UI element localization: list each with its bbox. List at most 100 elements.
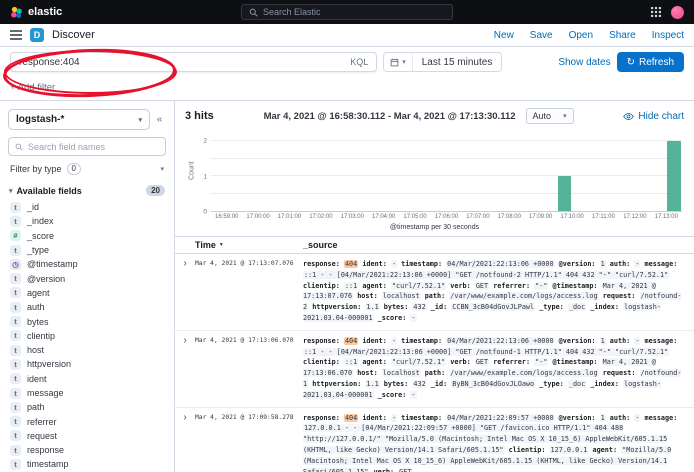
source-field-value: 1 [600,414,606,422]
source-field-value: ByBN_3cB04dGovJLOawo [451,380,535,388]
string-field-icon: t [10,459,21,470]
field-item-bytes[interactable]: tbytes [8,314,166,328]
field-search-input[interactable]: Search field names [8,137,166,156]
field-item-@timestamp[interactable]: ◷@timestamp [8,257,166,271]
field-item-host[interactable]: thost [8,343,166,357]
header-right-controls [651,6,684,19]
field-item-_type[interactable]: t_type [8,243,166,257]
field-name: path [27,402,45,412]
sort-desc-icon[interactable]: ▼ [219,242,224,248]
source-field-value: _doc [568,303,586,311]
gridline [211,175,682,176]
eye-icon [623,112,634,121]
source-field-value: - [634,414,640,422]
field-item-ident[interactable]: tident [8,372,166,386]
field-item-clientip[interactable]: tclientip [8,329,166,343]
histogram-bar[interactable] [667,141,680,211]
interval-select[interactable]: Auto ▾ [526,108,574,124]
plot-area [211,130,682,212]
field-item-agent[interactable]: tagent [8,286,166,300]
app-bar: D Discover NewSaveOpenShareInspect [0,24,694,47]
source-field-name: path: [425,369,445,377]
histogram-chart: Count 012 16:59:0017:00:0017:01:0017:02:… [187,130,682,231]
field-item-_index[interactable]: t_index [8,214,166,228]
source-field-name: request: [603,292,636,300]
source-field-name: ident: [362,260,387,268]
action-inspect[interactable]: Inspect [652,30,684,41]
field-name: ident [27,374,47,384]
filter-count-badge: 0 [67,163,81,175]
field-item-_id[interactable]: t_id [8,200,166,214]
source-field-name: @timestamp: [553,358,598,366]
field-item-httpversion[interactable]: thttpversion [8,357,166,371]
query-input[interactable]: response:404 KQL [10,52,377,72]
brand-name: elastic [28,6,62,18]
elastic-logo[interactable]: elastic [10,6,62,19]
source-field-name: message: [645,414,678,422]
string-field-icon: t [10,287,21,298]
search-icon [15,143,23,151]
field-item-_score[interactable]: #_score [8,229,166,243]
discover-app-icon[interactable]: D [30,28,44,42]
number-field-icon: # [10,230,21,241]
filter-by-type[interactable]: Filter by type 0 ▾ [8,162,166,176]
available-fields-header[interactable]: ▾ Available fields 20 [8,185,166,196]
string-field-icon: t [10,330,21,341]
discover-main: 3 hits Mar 4, 2021 @ 16:58:30.112 - Mar … [175,101,694,472]
global-search-input[interactable]: Search Elastic [241,4,453,20]
refresh-button[interactable]: ↻ Refresh [617,52,684,72]
hide-chart-link[interactable]: Hide chart [623,111,684,122]
index-pattern-row: logstash-* ▾ « [8,109,166,130]
source-field-value: 432 [412,380,426,388]
string-field-icon: t [10,445,21,456]
calendar-button[interactable]: ▾ [384,53,413,71]
doc-time: Mar 4, 2021 @ 17:13:07.076 [195,259,299,324]
source-field-name: path: [425,292,445,300]
source-field-name: timestamp: [401,260,442,268]
action-save[interactable]: Save [530,30,553,41]
available-fields-count-badge: 20 [146,185,165,196]
source-field-name: referrer: [493,282,530,290]
x-tick-label: 17:08:00 [498,214,521,220]
action-share[interactable]: Share [609,30,636,41]
source-field-name: _score: [378,391,407,399]
expand-doc-icon[interactable]: › [175,259,195,324]
column-header-time[interactable]: Time ▼ [195,240,299,250]
expand-doc-icon[interactable]: › [175,336,195,401]
histogram-bar[interactable] [558,176,571,211]
field-item-path[interactable]: tpath [8,400,166,414]
documents-table: Time ▼ _source ›Mar 4, 2021 @ 17:13:07.0… [175,236,694,472]
field-item-response[interactable]: tresponse [8,443,166,457]
field-item-auth[interactable]: tauth [8,300,166,314]
column-header-source[interactable]: _source [299,240,694,250]
x-tick-label: 16:59:00 [215,214,238,220]
field-item-message[interactable]: tmessage [8,386,166,400]
field-name: httpversion [27,359,71,369]
user-avatar[interactable] [671,6,684,19]
apps-grid-icon[interactable] [651,7,661,17]
source-field-name: auth: [610,414,630,422]
action-open[interactable]: Open [569,30,593,41]
field-item-@version[interactable]: t@version [8,271,166,285]
field-item-timestamp[interactable]: ttimestamp [8,457,166,471]
source-field-name: _type: [539,380,564,388]
time-range-button[interactable]: Last 15 minutes [413,57,502,68]
add-filter-button[interactable]: + Add filter [10,82,55,93]
field-item-referrer[interactable]: treferrer [8,414,166,428]
index-pattern-select[interactable]: logstash-* ▾ [8,109,150,130]
string-field-icon: t [10,430,21,441]
menu-icon[interactable] [10,30,22,40]
doc-time: Mar 4, 2021 @ 17:09:58.278 [195,413,299,472]
expand-doc-icon[interactable]: › [175,413,195,472]
chevron-down-icon: ▾ [402,58,406,66]
filter-bar: + Add filter [0,76,694,101]
string-field-icon: t [10,373,21,384]
query-language-label[interactable]: KQL [350,57,368,67]
collapse-sidebar-icon[interactable]: « [153,114,166,125]
source-field-name: ident: [362,337,387,345]
refresh-label: Refresh [639,57,674,68]
field-item-request[interactable]: trequest [8,429,166,443]
show-dates-link[interactable]: Show dates [558,57,610,68]
action-new[interactable]: New [494,30,514,41]
source-field-name: clientip: [303,282,340,290]
